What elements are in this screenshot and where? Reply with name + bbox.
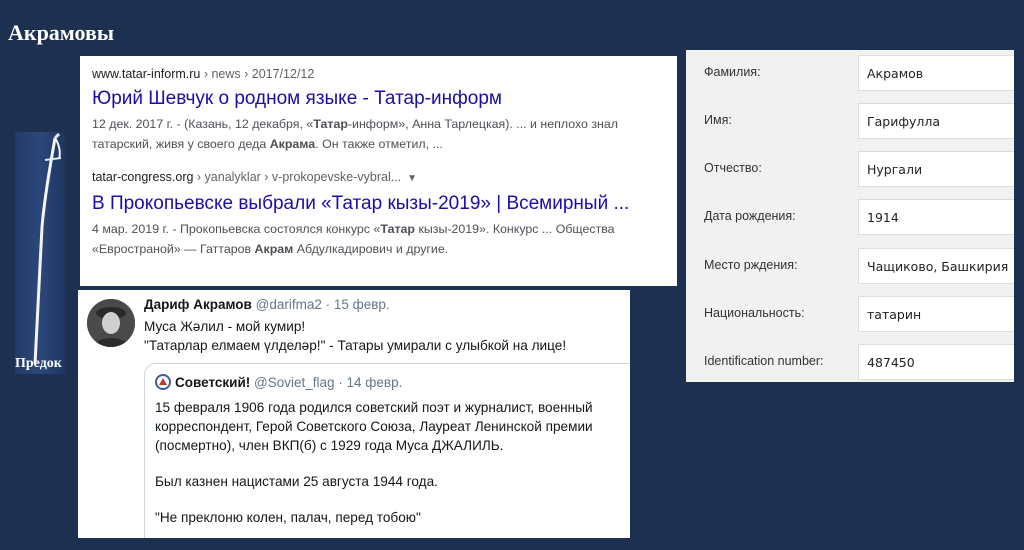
result-url[interactable]: tatar-congress.org › yanalyklar › v-prok… — [92, 168, 677, 188]
search-result: tatar-congress.org › yanalyklar › v-prok… — [92, 168, 677, 259]
result-snippet: 4 мар. 2019 г. - Прокопьевска состоялся … — [92, 222, 615, 256]
field-id-number: Identification number: 487450 — [686, 339, 1014, 385]
quoted-author-name: Советский! — [175, 375, 251, 390]
sword-icon — [33, 132, 62, 365]
result-title-link[interactable]: В Прокопьевске выбрали «Татар кызы-2019»… — [92, 191, 677, 217]
field-nationality: Национальность: татарин — [686, 291, 1014, 337]
quoted-tweet-text: 15 февраля 1906 года родился советский п… — [155, 400, 593, 525]
profile-info-panel: Фамилия: Акрамов Имя: Гарифулла Отчество… — [686, 50, 1014, 382]
chevron-down-icon[interactable]: ▼ — [407, 173, 417, 184]
quoted-date: 14 февр. — [346, 375, 403, 390]
soviet-flag-logo-icon — [155, 374, 171, 390]
field-first-name: Имя: Гарифулла — [686, 98, 1014, 144]
quoted-tweet-header: Советский! @Soviet_flag · 14 февр. — [155, 374, 402, 390]
quoted-handle: @Soviet_flag — [254, 375, 335, 390]
tweet-header: Дариф Акрамов @darifma2 · 15 февр. — [144, 297, 390, 312]
field-surname: Фамилия: Акрамов — [686, 50, 1014, 96]
search-result: www.tatar-inform.ru › news › 2017/12/12 … — [92, 65, 677, 154]
field-birth-place: Место рждения: Чащиково, Башкирия — [686, 243, 1014, 289]
search-results: www.tatar-inform.ru › news › 2017/12/12 … — [80, 56, 677, 286]
field-patronymic: Отчество: Нургали — [686, 146, 1014, 192]
result-title-link[interactable]: Юрий Шевчук о родном языке - Татар-инфор… — [92, 86, 677, 112]
avatar[interactable] — [87, 299, 135, 347]
tweet-handle[interactable]: @darifma2 — [256, 297, 322, 312]
result-url[interactable]: www.tatar-inform.ru › news › 2017/12/12 — [92, 65, 677, 83]
quoted-tweet[interactable]: Советский! @Soviet_flag · 14 февр. 15 фе… — [144, 363, 630, 538]
result-snippet: 12 дек. 2017 г. - (Казань, 12 декабря, «… — [92, 117, 618, 151]
tweet-date[interactable]: 15 февр. — [334, 297, 390, 312]
tweet: Дариф Акрамов @darifma2 · 15 февр. Муса … — [78, 290, 630, 538]
tweet-author-name[interactable]: Дариф Акрамов — [144, 297, 252, 312]
page-title: Акрамовы — [8, 20, 115, 45]
ancestor-sword-image — [15, 132, 65, 374]
field-birth-date: Дата рождения: 1914 — [686, 194, 1014, 240]
ancestor-caption: Предок — [15, 356, 62, 371]
tweet-text: Муса Жәлил - мой кумир! "Татарлар елмаем… — [144, 319, 567, 353]
